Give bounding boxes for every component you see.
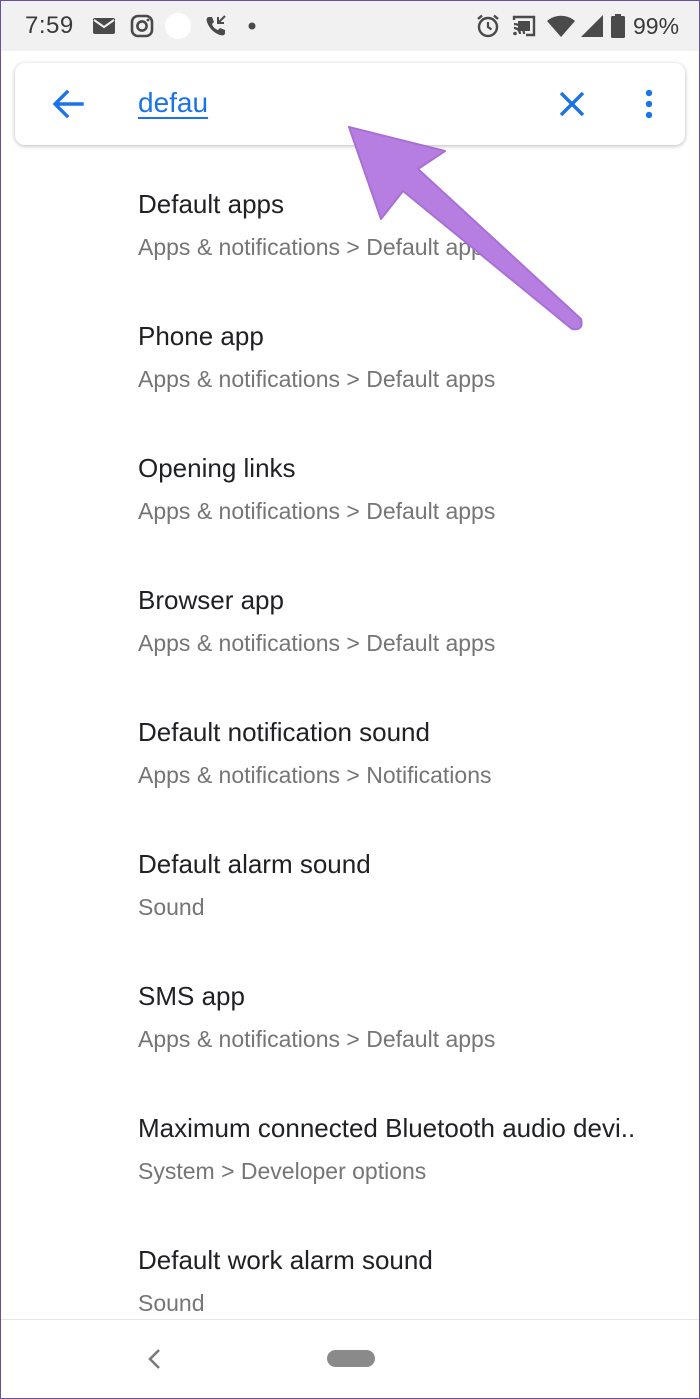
dot-icon [248,22,256,30]
signal-icon [581,15,603,37]
navigation-bar [1,1319,699,1398]
result-path: Apps & notifications > Notifications [138,762,492,788]
result-path: Sound [138,894,205,920]
missed-call-icon [206,15,226,36]
result-default-notification-sound[interactable]: Default notification sound Apps & notifi… [1,679,699,811]
result-title: Default work alarm sound [138,1245,433,1275]
status-time: 7:59 [25,12,74,39]
result-title: SMS app [138,981,245,1011]
instagram-icon [130,14,154,38]
result-title: Default apps [138,189,284,219]
result-opening-links[interactable]: Opening links Apps & notifications > Def… [1,415,699,547]
screen: 7:59 99% defau Default apps Apps & notif… [0,0,700,1399]
wifi-icon [547,15,575,37]
more-vert-icon[interactable] [637,85,661,123]
result-default-apps[interactable]: Default apps Apps & notifications > Defa… [1,151,699,283]
battery-icon [611,14,625,38]
result-path: System > Developer options [138,1158,427,1184]
result-title: Maximum connected Bluetooth audio devi.. [138,1113,636,1143]
result-default-alarm-sound[interactable]: Default alarm sound Sound [1,811,699,943]
result-path: Apps & notifications > Default apps [138,234,496,260]
cast-icon [512,15,536,37]
result-title: Default alarm sound [138,849,371,879]
result-path: Sound [138,1290,205,1316]
result-title: Default notification sound [138,717,430,747]
result-title: Phone app [138,321,264,351]
close-icon[interactable] [555,87,589,121]
search-results-list: Default apps Apps & notifications > Defa… [1,151,699,1339]
result-title: Browser app [138,585,284,615]
alarm-icon [477,14,499,38]
email-icon [93,18,115,34]
result-browser-app[interactable]: Browser app Apps & notifications > Defau… [1,547,699,679]
arrow-back-icon[interactable] [49,85,87,123]
nav-back-icon[interactable] [143,1346,165,1372]
result-phone-app[interactable]: Phone app Apps & notifications > Default… [1,283,699,415]
battery-percent: 99% [633,13,680,39]
result-path: Apps & notifications > Default apps [138,630,496,656]
nav-home-pill-icon[interactable] [327,1350,375,1367]
result-bluetooth-audio-devices[interactable]: Maximum connected Bluetooth audio devi..… [1,1075,699,1207]
result-path: Apps & notifications > Default apps [138,498,496,524]
search-input[interactable]: defau [138,87,208,119]
search-bar: defau [15,63,685,145]
status-bar: 7:59 99% [1,1,699,51]
result-path: Apps & notifications > Default apps [138,366,496,392]
result-path: Apps & notifications > Default apps [138,1026,496,1052]
result-sms-app[interactable]: SMS app Apps & notifications > Default a… [1,943,699,1075]
circle-notification-icon [165,13,191,39]
result-title: Opening links [138,453,296,483]
